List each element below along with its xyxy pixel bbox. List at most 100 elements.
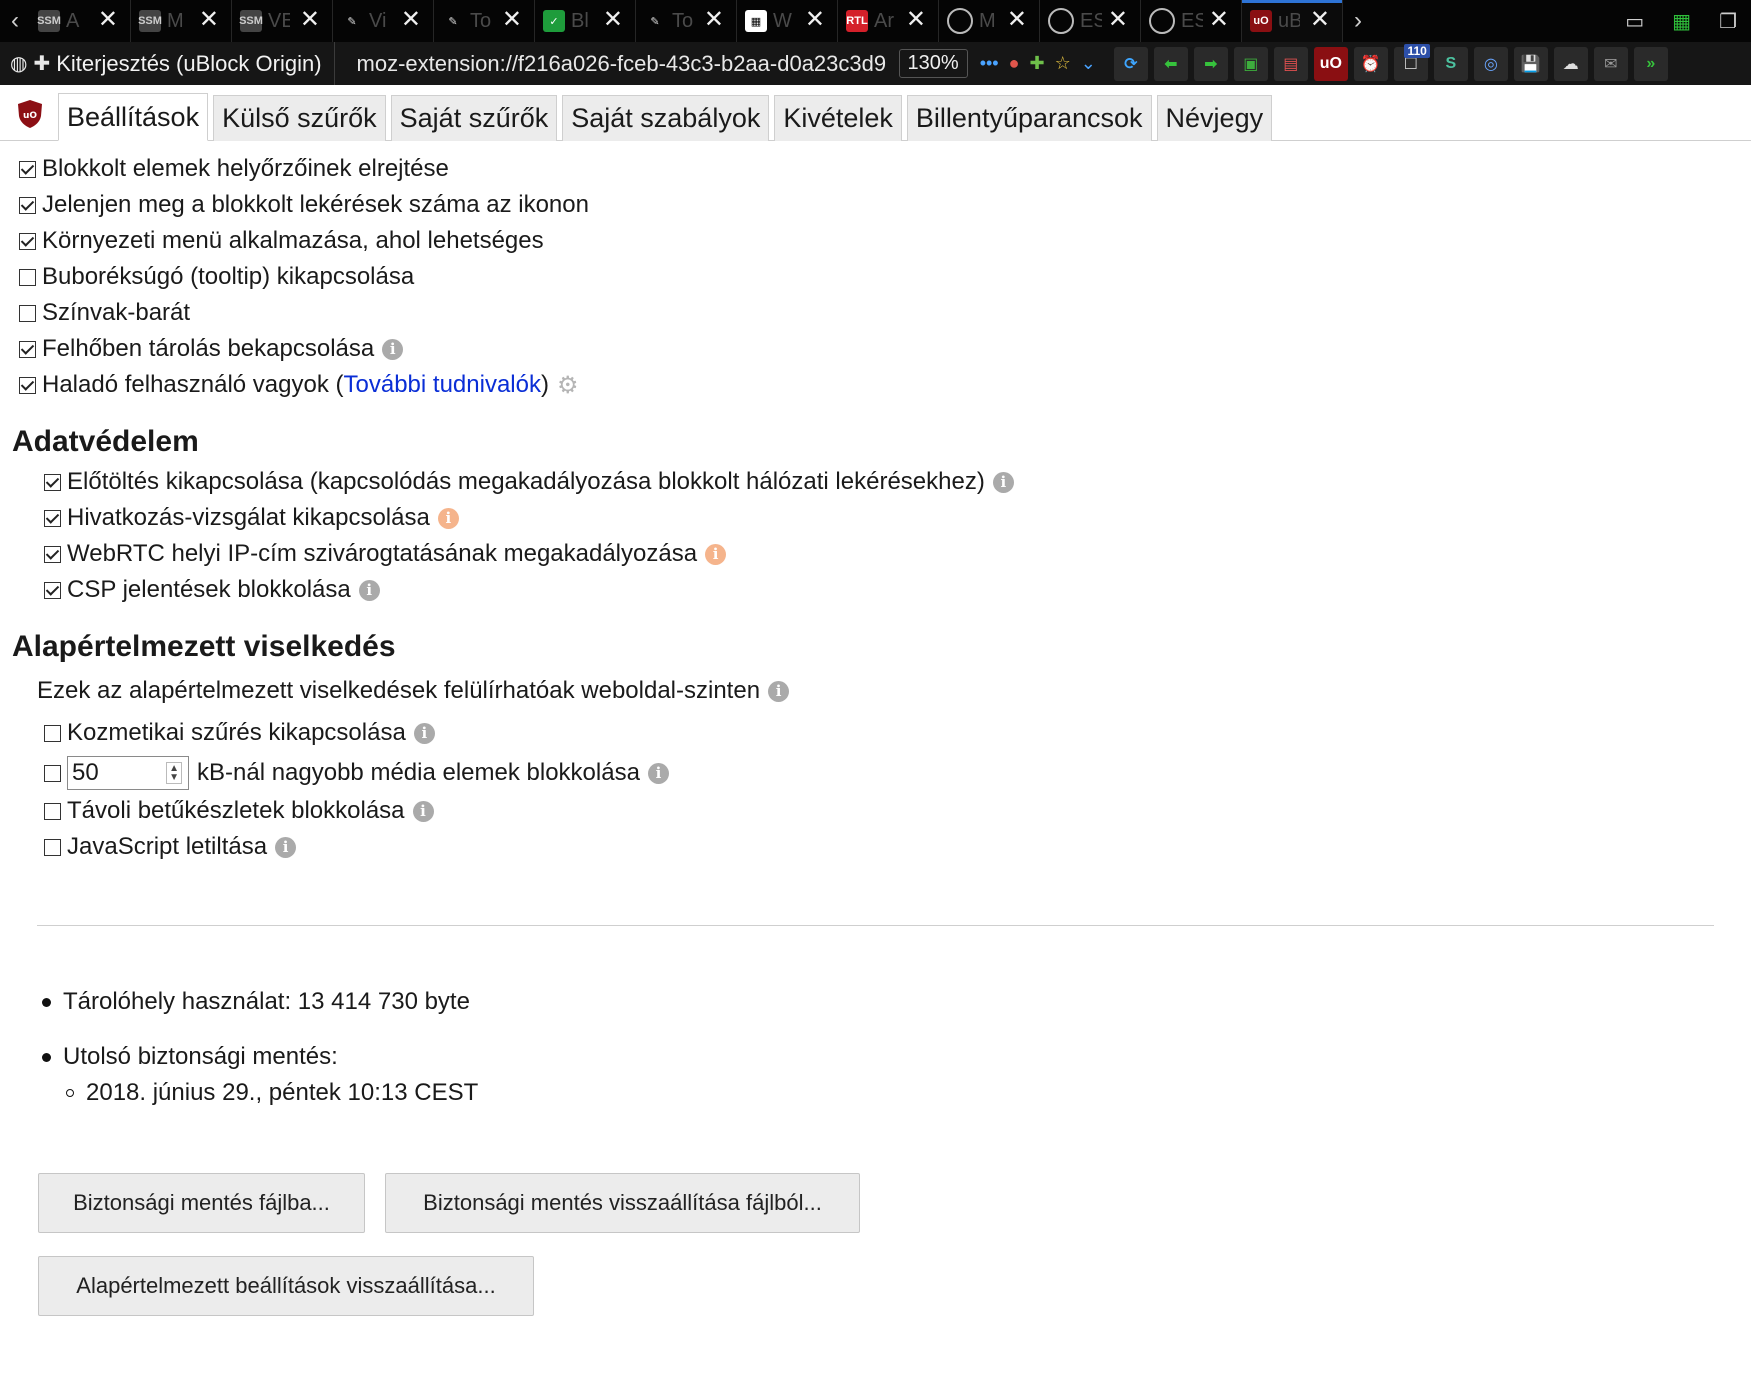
browser-tab[interactable]: ✎ To ✕ [434,0,535,42]
checkbox-hide-placeholders[interactable] [19,160,36,178]
option-label: WebRTC helyi IP-cím szivárogtatásának me… [67,540,698,567]
chevron-down-icon[interactable]: ⌄ [1081,53,1096,74]
learn-more-link[interactable]: További tudnivalók [344,371,541,399]
sync-icon[interactable]: ⟳ [1113,46,1148,81]
tab-favicon-icon: uO [1250,10,1272,32]
mask-icon[interactable]: ☁ [1553,46,1588,81]
megaphone-icon[interactable]: ✉ [1593,46,1628,81]
checkbox-webrtc[interactable] [44,545,61,563]
restore-window-icon[interactable]: ❐ [1719,9,1737,34]
checkbox-context-menu[interactable] [19,232,36,250]
tab-my-rules[interactable]: Saját szabályok [562,95,770,141]
star-icon[interactable]: ☆ [1055,53,1071,74]
close-tab-icon[interactable]: ✕ [1108,8,1128,32]
browser-tab[interactable]: ✎ To ✕ [636,0,737,42]
gears-icon[interactable]: ⚙ [557,371,579,400]
info-icon[interactable]: i [412,800,434,822]
close-tab-icon[interactable]: ✕ [906,8,926,32]
browser-tab[interactable]: RTL Ar ✕ [838,0,939,42]
info-icon[interactable]: i [275,836,297,858]
scroll-tabs-right-icon[interactable]: › [1343,0,1373,42]
browser-tab[interactable]: ✓ Bl ✕ [535,0,636,42]
info-icon[interactable]: i [992,471,1014,493]
info-icon[interactable]: i [358,579,380,601]
close-tab-icon[interactable]: ✕ [1310,8,1330,32]
info-icon[interactable]: i [647,762,669,784]
tab-favicon-icon: SSM [138,10,162,32]
checkbox-cosmetic-filtering[interactable] [44,724,61,742]
info-icon[interactable]: i [768,680,790,702]
overflow-icon[interactable]: » [1633,46,1668,81]
checkbox-icon-badge[interactable] [19,196,36,214]
alarm-icon[interactable]: ⏰ [1353,46,1388,81]
page-actions-icon[interactable]: ••• [980,53,999,74]
s-icon[interactable]: S [1433,46,1468,81]
extension-icon[interactable]: ✚ [1029,53,1044,74]
tabs-icon[interactable]: ▤ [1273,46,1308,81]
counter-icon[interactable]: ☐ 110 [1393,43,1430,81]
browser-tab[interactable]: ES ✕ [1040,0,1141,42]
reset-defaults-button[interactable]: Alapértelmezett beállítások visszaállítá… [38,1256,534,1316]
monitor-icon[interactable]: ▭ [1625,9,1644,34]
close-tab-icon[interactable]: ✕ [704,8,724,32]
warning-info-icon[interactable]: i [705,543,727,565]
zoom-level-button[interactable]: 130% [898,49,968,78]
tab-settings[interactable]: Beállítások [58,93,209,141]
spinner-arrows-icon[interactable]: ▲ ▼ [166,762,182,784]
checkbox-remote-fonts[interactable] [44,802,61,820]
close-tab-icon[interactable]: ✕ [199,8,219,32]
glasses-icon[interactable]: ◎ [1473,46,1508,81]
close-tab-icon[interactable]: ✕ [805,8,825,32]
browser-tab[interactable]: ES ✕ [1141,0,1242,42]
ublock-icon[interactable]: uO [1313,46,1348,81]
checkbox-prefetch[interactable] [44,473,61,491]
close-tab-icon[interactable]: ✕ [300,8,320,32]
browser-tab[interactable]: ✎ Vi ✕ [333,0,434,42]
close-tab-icon[interactable]: ✕ [1209,8,1229,32]
forward-arrow-icon[interactable]: ➡ [1193,46,1228,81]
warning-info-icon[interactable]: i [437,507,459,529]
checkbox-large-media[interactable] [44,764,61,782]
checkbox-csp-reports[interactable] [44,581,61,599]
grid-icon[interactable]: ▦ [1672,9,1691,34]
tab-my-filters[interactable]: Saját szűrők [390,95,558,141]
tab-shortcuts[interactable]: Billentyűparancsok [906,95,1152,141]
divider [37,925,1714,926]
close-tab-icon[interactable]: ✕ [1007,8,1027,32]
close-tab-icon[interactable]: ✕ [603,8,623,32]
default-behavior-heading: Alapértelmezett viselkedés [12,630,396,663]
checkbox-hyperlink-auditing[interactable] [44,509,61,527]
browser-tab[interactable]: SSM VE ✕ [232,0,333,42]
backup-to-file-button[interactable]: Biztonsági mentés fájlba... [38,1173,365,1233]
media-size-input[interactable]: 50 ▲ ▼ [67,756,189,790]
close-tab-icon[interactable]: ✕ [98,8,118,32]
browser-tab[interactable]: M ✕ [939,0,1040,42]
checkbox-advanced-user[interactable] [19,376,36,394]
browser-tab[interactable]: SSM A ✕ [30,0,131,42]
tab-about[interactable]: Névjegy [1156,95,1273,141]
close-tab-icon[interactable]: ✕ [401,8,421,32]
info-icon[interactable]: i [413,722,435,744]
tab-3rd-party-filters[interactable]: Külső szűrők [213,95,386,141]
url-input[interactable]: moz-extension://f216a026-fceb-43c3-b2aa-… [335,51,891,77]
checkbox-cloud-storage[interactable] [19,340,36,358]
tab-title: uB [1278,9,1300,32]
site-identity[interactable]: ◍ ✚ Kiterjesztés (uBlock Origin) [0,42,335,85]
color-dot-icon[interactable]: ● [1009,53,1020,74]
last-backup: Utolsó biztonsági mentés: [42,1043,338,1071]
save-icon[interactable]: 💾 [1513,46,1548,81]
back-arrow-icon[interactable]: ⬅ [1153,46,1188,81]
checkbox-disable-tooltips[interactable] [19,268,36,286]
browser-tab[interactable]: SSM M ✕ [131,0,232,42]
window-icon[interactable]: ▣ [1233,46,1268,81]
browser-tab[interactable]: ▦ W ✕ [737,0,838,42]
info-icon[interactable]: i [382,338,404,360]
tab-whitelist[interactable]: Kivételek [774,95,902,141]
browser-tab[interactable]: uO uB ✕ [1242,0,1343,42]
scroll-tabs-left-icon[interactable]: ‹ [0,0,30,42]
close-tab-icon[interactable]: ✕ [502,8,522,32]
checkbox-color-blind[interactable] [19,304,36,322]
option-label: Hivatkozás-vizsgálat kikapcsolása [67,504,430,531]
checkbox-disable-javascript[interactable] [44,838,61,856]
restore-from-file-button[interactable]: Biztonsági mentés visszaállítása fájlból… [385,1173,860,1233]
